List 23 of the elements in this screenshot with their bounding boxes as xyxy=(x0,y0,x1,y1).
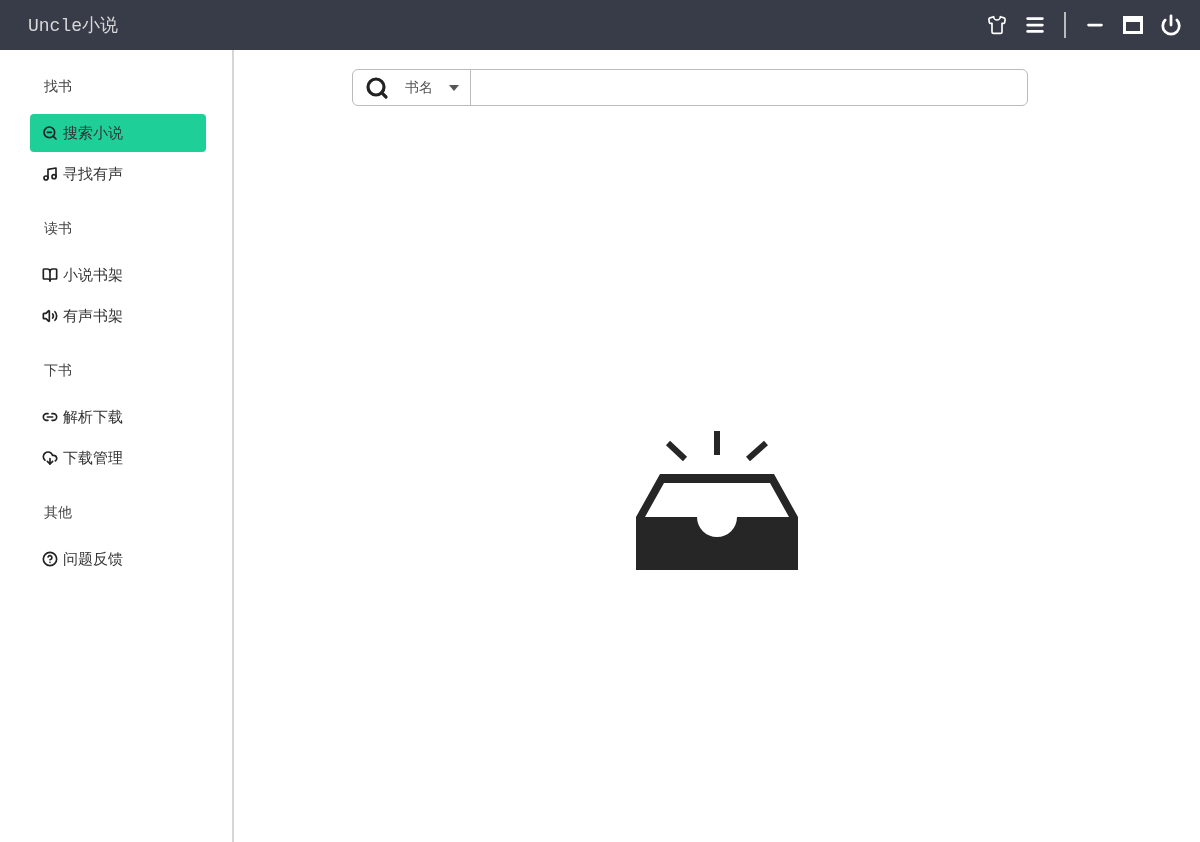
cloud-download-icon xyxy=(42,450,58,466)
sidebar-section-label: 其他 xyxy=(43,503,73,522)
sidebar-item[interactable]: 寻找有声 xyxy=(30,155,206,193)
sidebar-section-label: 下书 xyxy=(43,361,73,380)
search-field[interactable]: 书名 xyxy=(352,69,1028,106)
sidebar-item[interactable]: 解析下载 xyxy=(30,398,206,436)
sidebar-item[interactable]: 有声书架 xyxy=(30,297,206,335)
sidebar-section-label: 找书 xyxy=(43,77,73,96)
search-type-dropdown[interactable]: 书名 xyxy=(353,70,471,105)
music-note-icon xyxy=(42,166,58,182)
sidebar-item[interactable]: 搜索小说 xyxy=(30,114,206,152)
help-icon xyxy=(42,551,58,567)
search-icon xyxy=(365,75,389,100)
sidebar-item[interactable]: 小说书架 xyxy=(30,256,206,294)
app-title: Uncle小说 xyxy=(28,15,119,37)
speaker-icon xyxy=(42,308,58,324)
sidebar-section-label: 读书 xyxy=(43,219,73,238)
caret-icon xyxy=(449,84,459,91)
zoom-out-icon xyxy=(42,125,58,141)
empty-inbox-icon xyxy=(635,431,799,571)
sidebar-item[interactable]: 下载管理 xyxy=(30,439,206,477)
book-icon xyxy=(42,267,58,283)
sidebar-item[interactable]: 问题反馈 xyxy=(30,540,206,578)
